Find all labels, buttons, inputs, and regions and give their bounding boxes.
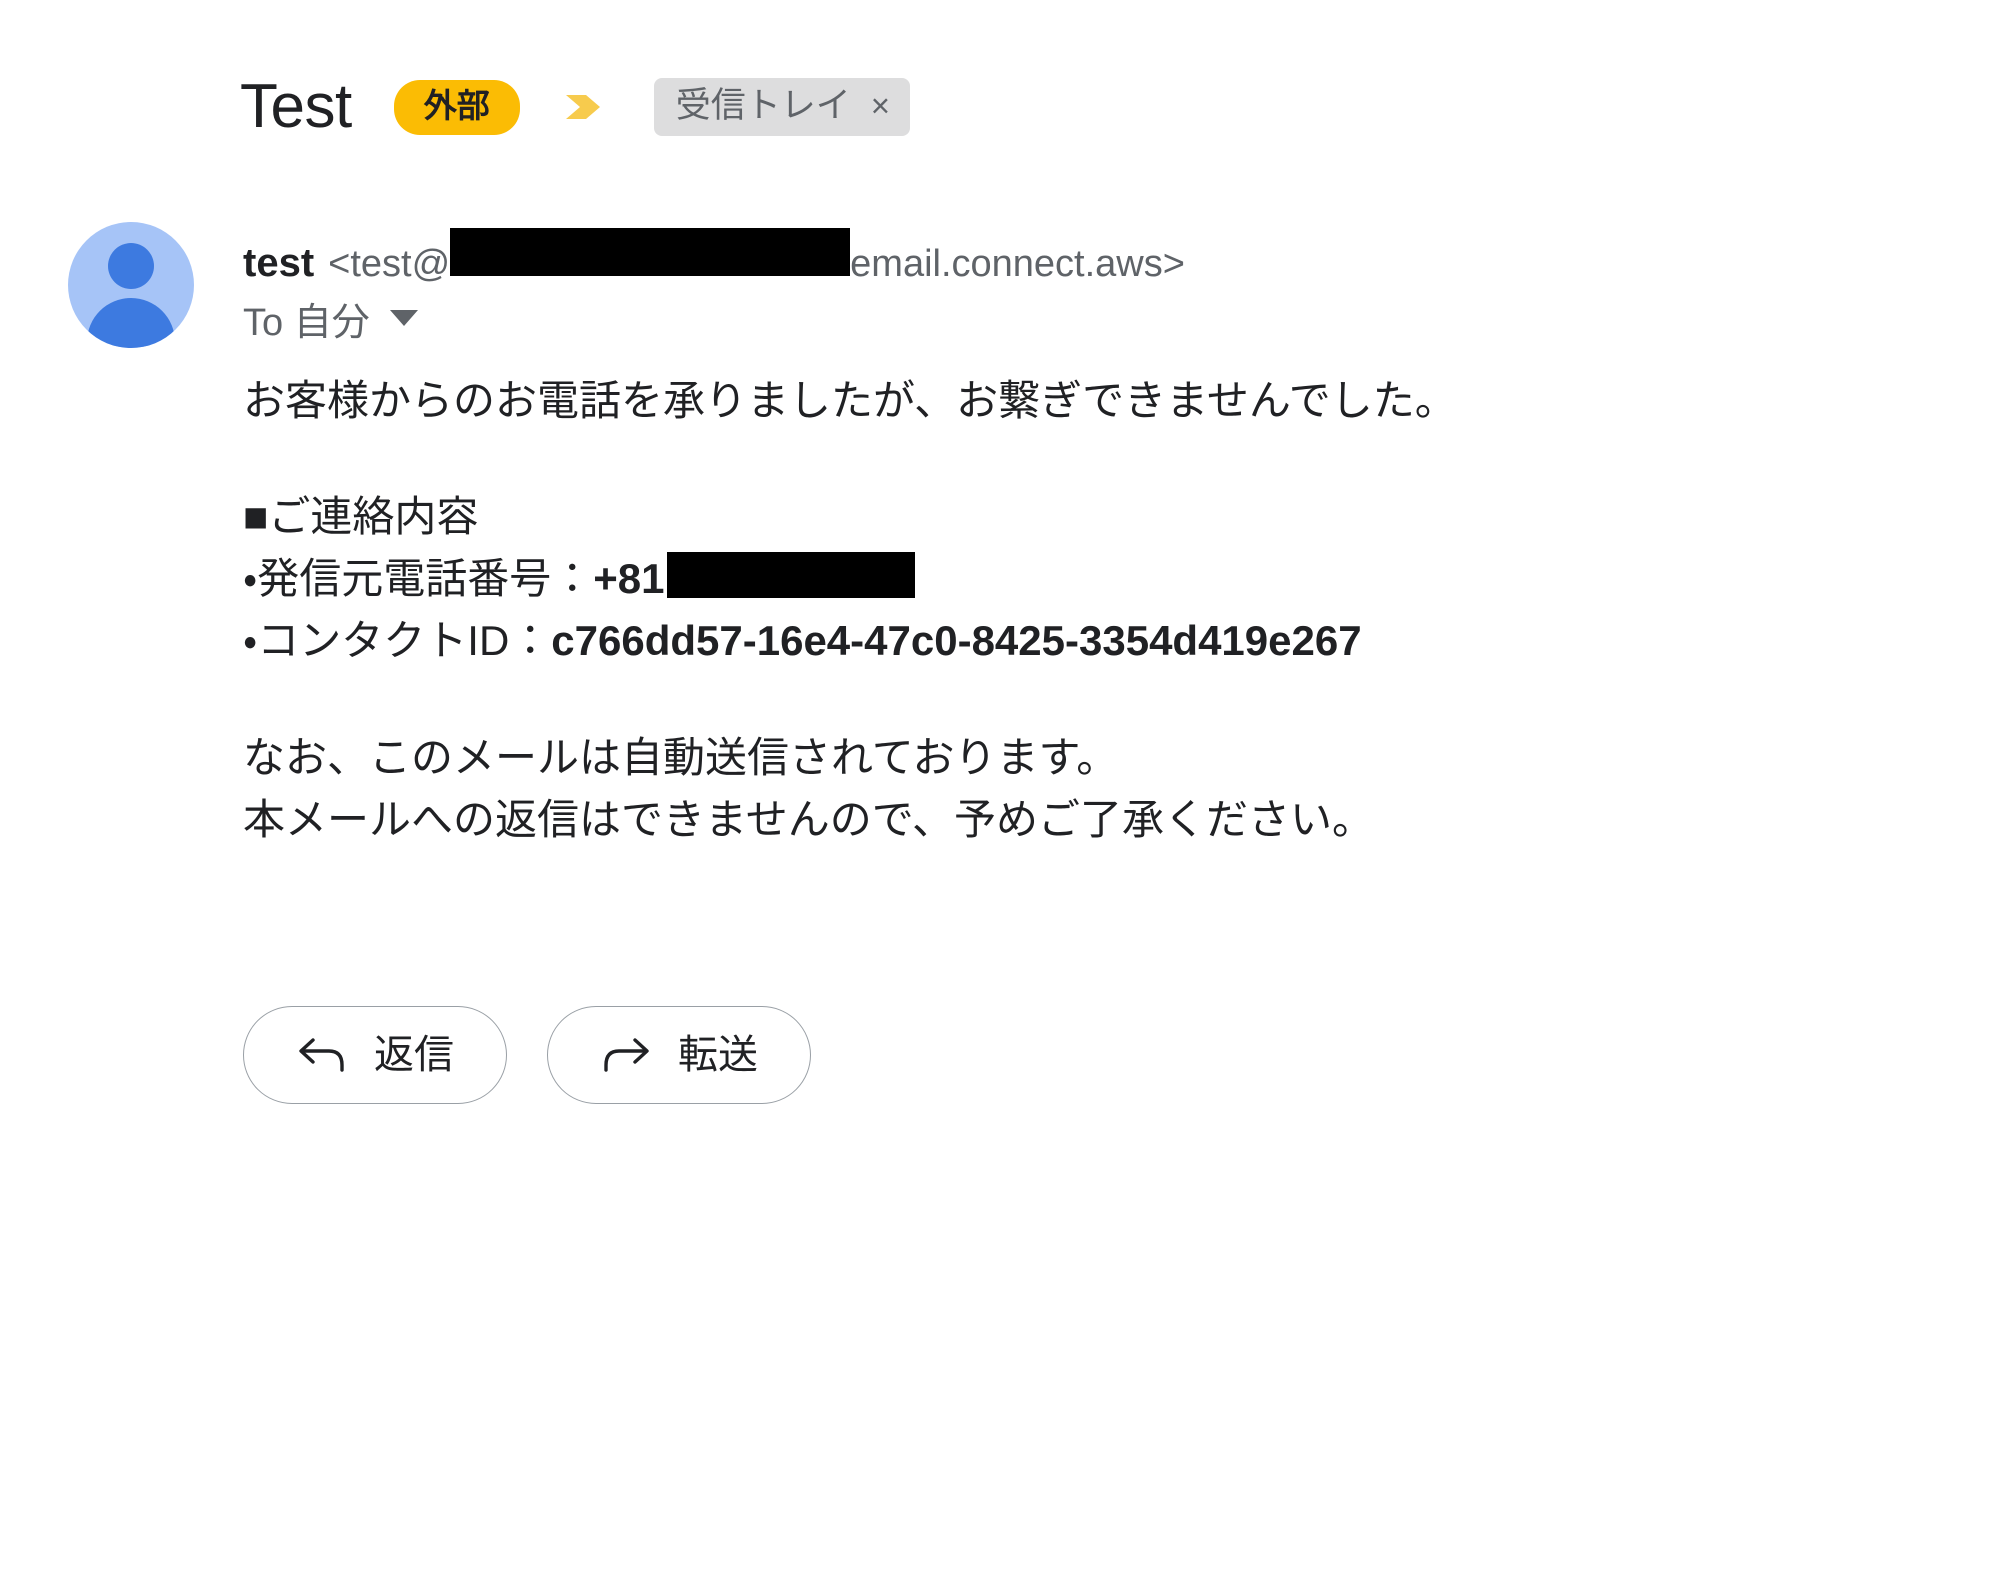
label-chip-label: 受信トレイ bbox=[675, 86, 851, 125]
body-note-line-1: なお、このメールは自動送信されております。 bbox=[243, 733, 1119, 781]
body-note-line-2: 本メールへの返信はできませんので、予めご了承ください。 bbox=[243, 795, 1375, 843]
sender-address-suffix: email.connect.aws> bbox=[850, 243, 1185, 285]
reply-arrow-icon bbox=[296, 1032, 348, 1078]
forward-button[interactable]: 転送 bbox=[547, 1006, 811, 1104]
reply-button-label: 返信 bbox=[374, 1033, 454, 1077]
recipient-label: To 自分 bbox=[243, 301, 370, 344]
label-chip-inbox[interactable]: 受信トレイ × bbox=[653, 78, 911, 136]
sender-address-prefix: <test@ bbox=[328, 243, 451, 285]
chevron-right-marker-icon bbox=[562, 85, 606, 129]
subject-header-row: Test 外部 受信トレイ × bbox=[240, 62, 911, 152]
email-message-view: Test 外部 受信トレイ × test <test@ email.connec… bbox=[0, 0, 2000, 1577]
close-icon[interactable]: × bbox=[871, 89, 890, 125]
avatar[interactable] bbox=[68, 222, 194, 348]
forward-button-label: 転送 bbox=[678, 1033, 758, 1077]
sender-address: <test@ email.connect.aws> bbox=[328, 228, 1185, 286]
external-sender-badge: 外部 bbox=[393, 79, 520, 135]
chevron-down-icon[interactable] bbox=[389, 310, 418, 326]
body-line-contact-id: ・コンタクトID：c766dd57-16e4-47c0-8425-3354d41… bbox=[243, 610, 1943, 672]
message-body: お客様からのお電話を承りましたが、お繋ぎできませんでした。 ■ご連絡内容 ・発信… bbox=[243, 370, 1943, 851]
redaction-bar-email-domain bbox=[450, 228, 851, 276]
sender-name[interactable]: test bbox=[243, 241, 314, 286]
forward-arrow-icon bbox=[600, 1032, 652, 1078]
body-section-heading: ■ご連絡内容 bbox=[243, 493, 479, 541]
page-title: Test bbox=[240, 72, 352, 141]
body-spacer-2 bbox=[243, 673, 1943, 727]
body-spacer-1 bbox=[243, 432, 1943, 486]
message-actions: 返信 転送 bbox=[243, 1006, 811, 1104]
reply-button[interactable]: 返信 bbox=[243, 1006, 507, 1104]
redaction-bar-phone-number bbox=[666, 552, 915, 599]
avatar-head bbox=[108, 243, 154, 289]
recipient-line[interactable]: To 自分 bbox=[243, 290, 418, 346]
phone-label: ・発信元電話番号： bbox=[243, 555, 594, 603]
avatar-body bbox=[87, 298, 175, 348]
phone-country-code: +81 bbox=[593, 555, 665, 603]
body-line-phone: ・発信元電話番号：+81 bbox=[243, 548, 1943, 610]
body-line-greeting: お客様からのお電話を承りましたが、お繋ぎできませんでした。 bbox=[243, 377, 1457, 424]
contact-id-value: c766dd57-16e4-47c0-8425-3354d419e267 bbox=[551, 617, 1362, 665]
sender-line: test <test@ email.connect.aws> bbox=[243, 228, 1185, 286]
contact-id-label: ・コンタクトID： bbox=[243, 617, 552, 665]
